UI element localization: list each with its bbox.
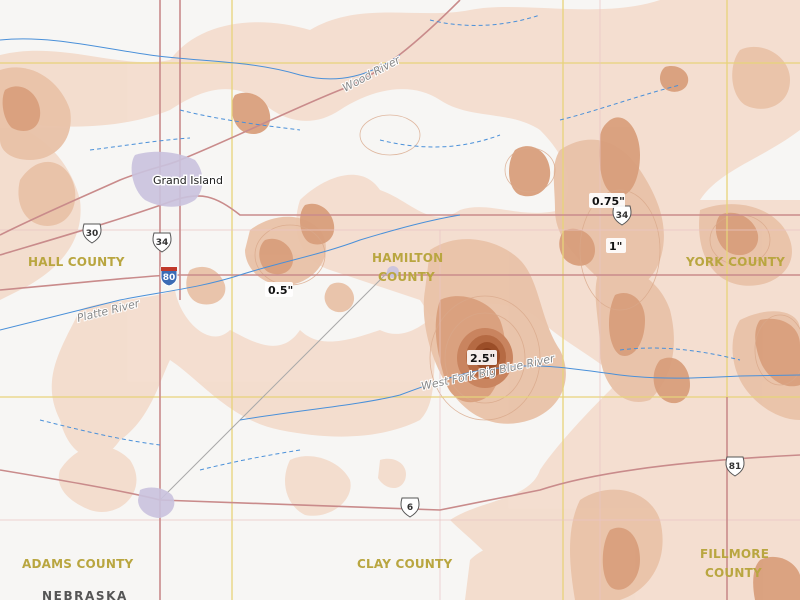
- precip-label-2-5: 2.5": [467, 350, 497, 365]
- county-label-fillmore-line2: COUNTY: [705, 566, 762, 580]
- county-label-adams: ADAMS COUNTY: [22, 557, 133, 571]
- county-label-fillmore-line1: FILLMORE: [700, 547, 769, 561]
- county-label-hamilton-line1: HAMILTON: [372, 251, 443, 265]
- county-label-hall: HALL COUNTY: [28, 255, 125, 269]
- precip-label-0-5-text: 0.5": [268, 284, 293, 297]
- state-label: NEBRASKA: [42, 589, 128, 600]
- precip-label-1-text: 1": [609, 240, 622, 253]
- precip-label-2-5-text: 2.5": [470, 352, 495, 365]
- precipitation-map[interactable]: 30 34 80 34 6 81 Wood River Platte River…: [0, 0, 800, 600]
- precip-label-0-75: 0.75": [589, 193, 625, 208]
- precip-label-0-75-text: 0.75": [592, 195, 625, 208]
- county-label-hamilton-line2: COUNTY: [378, 270, 435, 284]
- county-label-york: YORK COUNTY: [685, 255, 785, 269]
- county-label-clay: CLAY COUNTY: [357, 557, 452, 571]
- precip-label-0-5: 0.5": [265, 282, 293, 297]
- us-34-west-shield-number: 34: [156, 238, 169, 248]
- city-label-grand-island[interactable]: Grand Island: [152, 173, 225, 189]
- us-6-shield-number: 6: [407, 503, 413, 513]
- us-81-shield-number: 81: [729, 462, 742, 472]
- us-30-shield-number: 30: [86, 229, 99, 239]
- us-34-east-shield-number: 34: [616, 211, 629, 221]
- precip-label-1: 1": [606, 238, 626, 253]
- i-80-shield-number: 80: [163, 273, 176, 283]
- i-80-shield: 80: [160, 266, 178, 287]
